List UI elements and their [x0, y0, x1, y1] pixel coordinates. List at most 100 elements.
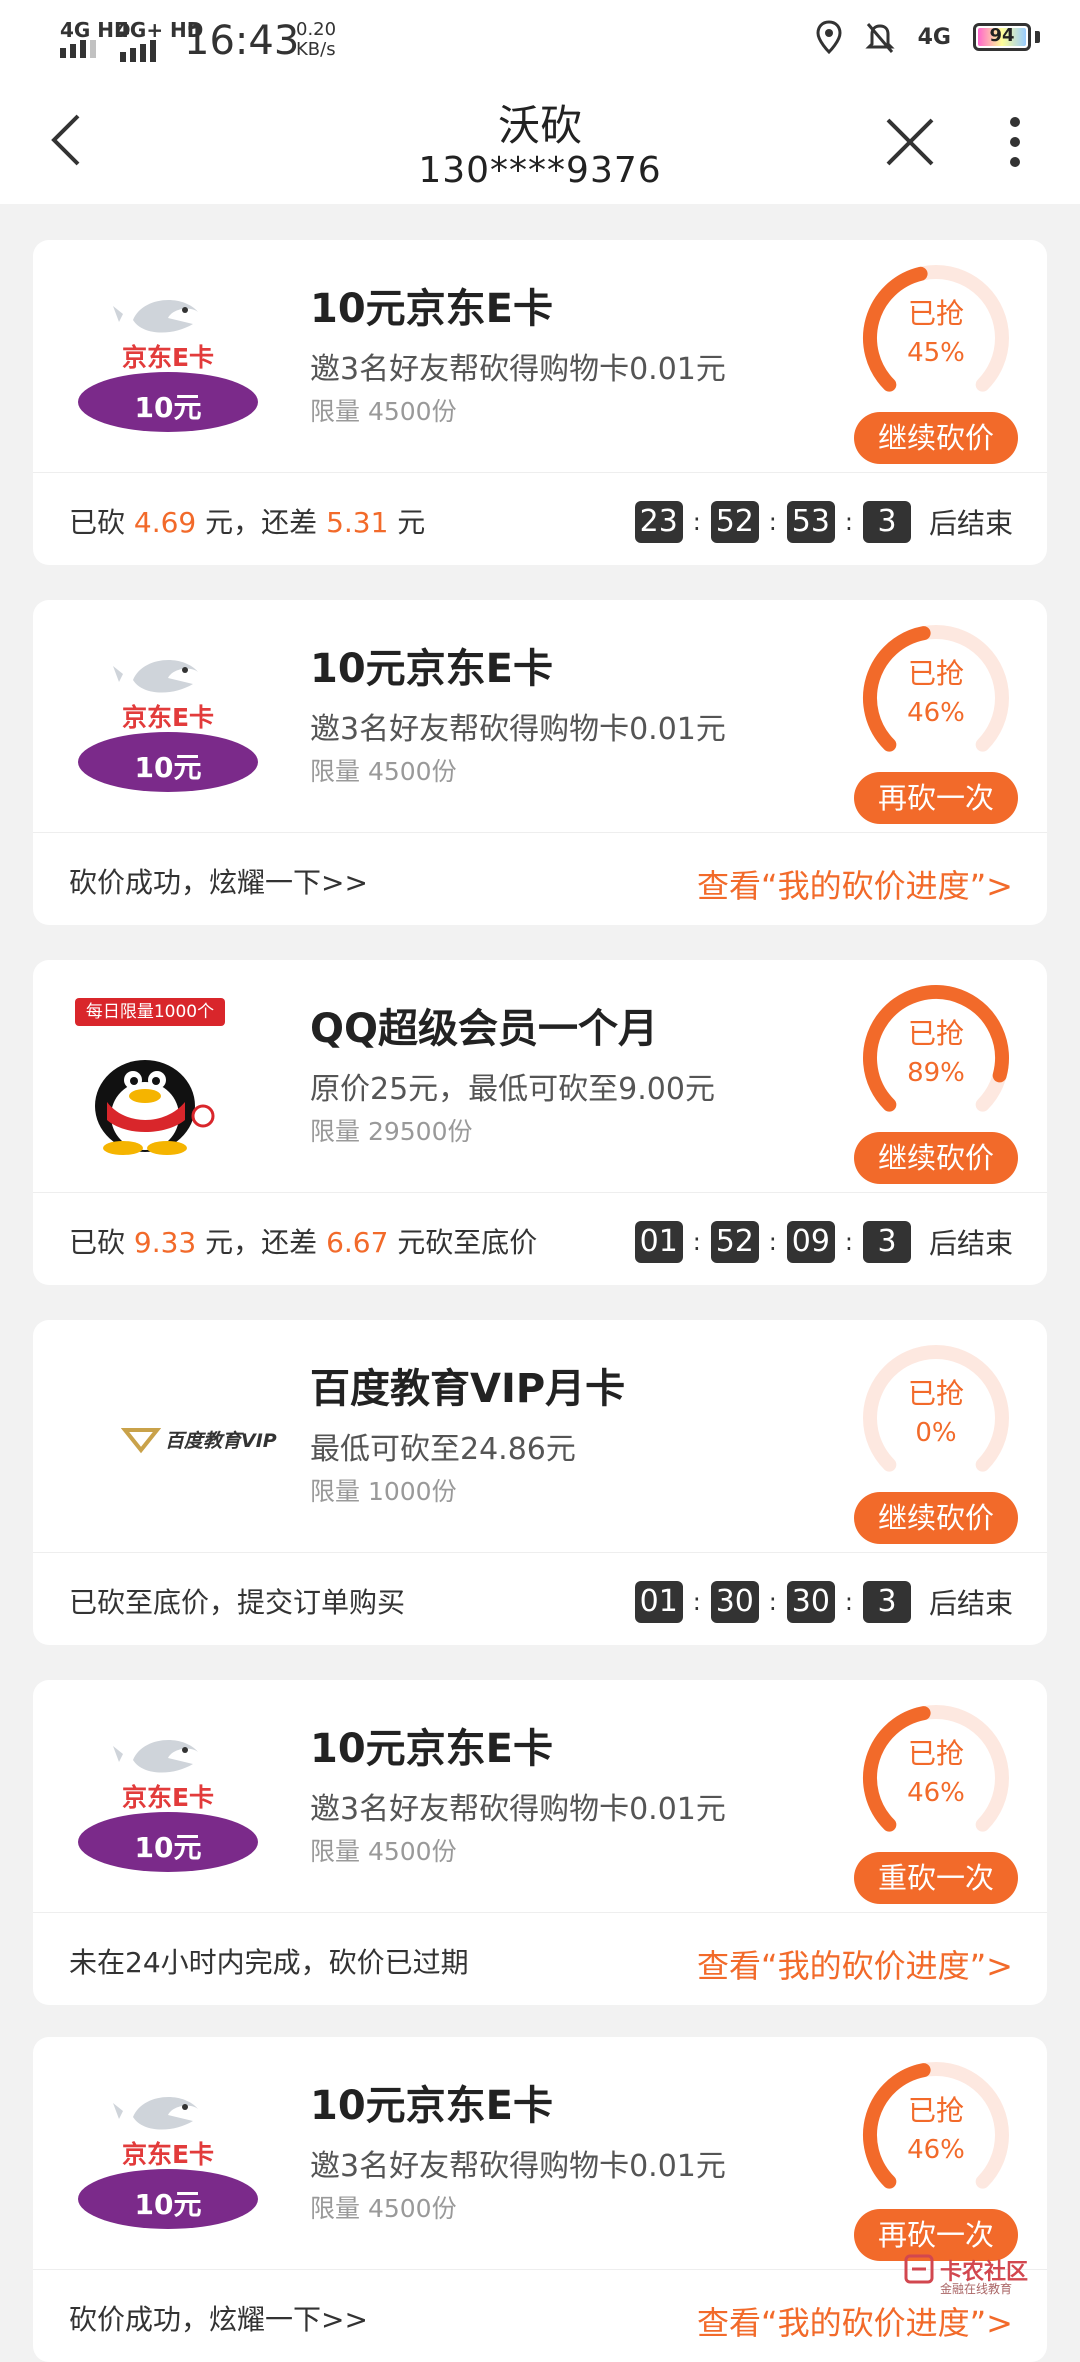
jd-ecard-image: 京东E卡 10元 [73, 278, 263, 438]
jd-amount-text: 10元 [134, 1831, 202, 1864]
ring-percent: 46% [907, 2135, 965, 2165]
jd-brand-text: 京东E卡 [121, 2140, 215, 2169]
deal-card[interactable]: 京东E卡 10元 10元京东E卡 邀3名好友帮砍得购物卡0.01元 限量 450… [33, 1680, 1047, 2005]
product-desc: 邀3名好友帮砍得购物卡0.01元 [310, 2149, 726, 2184]
ring-label: 已抢 [907, 2094, 964, 2127]
cd-hours: 01 [634, 1581, 683, 1623]
product-limit: 限量 1000份 [310, 1477, 457, 1506]
product-title: QQ超级会员一个月 [310, 1006, 659, 1052]
cd-tenths: 3 [862, 1581, 911, 1623]
remaining-amount: 5.31 [326, 506, 389, 539]
bargain-again-button[interactable]: 再砍一次 [854, 772, 1018, 824]
deal-card[interactable]: 每日限量1000个 QQ超级会员一个月 原价25元，最低可砍至9.00元 限量 … [33, 960, 1047, 1285]
deal-card[interactable]: 百度教育VIP 百度教育VIP月卡 最低可砍至24.86元 限量 1000份 已… [33, 1320, 1047, 1645]
bargain-suffix: 元砍至底价 [388, 1226, 538, 1259]
cd-minutes: 52 [710, 1221, 759, 1263]
continue-bargain-button[interactable]: 继续砍价 [854, 412, 1018, 464]
jd-amount-text: 10元 [134, 2188, 202, 2221]
network-3-label: 4G [917, 24, 951, 50]
product-desc: 邀3名好友帮砍得购物卡0.01元 [310, 1792, 726, 1827]
cd-suffix: 后结束 [928, 1227, 1013, 1260]
location-icon [816, 20, 842, 54]
more-vertical-icon[interactable] [995, 110, 1035, 174]
jd-amount-text: 10元 [134, 751, 202, 784]
progress-ring: 已抢 89% [856, 978, 1016, 1138]
cd-suffix: 后结束 [928, 1587, 1013, 1620]
product-limit: 限量 4500份 [310, 2194, 457, 2223]
product-title: 10元京东E卡 [310, 1726, 553, 1772]
countdown-timer: 23: 52: 53: 3 后结束 [634, 501, 1013, 543]
signal-1-icon [60, 40, 96, 58]
continue-bargain-button[interactable]: 继续砍价 [854, 1132, 1018, 1184]
watermark-sub: 金融在线教育 [940, 2282, 1013, 2296]
ring-label: 已抢 [907, 1017, 964, 1050]
network-speed: 0.20 KB/s [296, 20, 336, 60]
watermark-logo-icon [904, 2254, 934, 2284]
ring-label: 已抢 [907, 657, 964, 690]
product-limit: 限量 4500份 [310, 757, 457, 786]
product-desc: 邀3名好友帮砍得购物卡0.01元 [310, 352, 726, 387]
bargained-amount: 4.69 [133, 506, 197, 539]
cd-tenths: 3 [862, 1221, 911, 1263]
cd-seconds: 09 [786, 1221, 835, 1263]
countdown-timer: 01: 52: 09: 3 后结束 [634, 1221, 1013, 1263]
cd-minutes: 30 [710, 1581, 759, 1623]
battery-icon: 94 [973, 23, 1031, 51]
deal-card[interactable]: 京东E卡 10元 10元京东E卡 邀3名好友帮砍得购物卡0.01元 限量 450… [33, 600, 1047, 925]
qq-vip-image: 每日限量1000个 [73, 998, 263, 1158]
progress-ring: 已抢 45% [856, 258, 1016, 418]
progress-ring: 已抢 46% [856, 1698, 1016, 1858]
progress-ring: 已抢 46% [856, 2055, 1016, 2215]
close-icon[interactable] [880, 112, 940, 172]
continue-bargain-button[interactable]: 继续砍价 [854, 1492, 1018, 1544]
cd-seconds: 53 [786, 501, 835, 543]
bargain-prefix: 已砍 [69, 1226, 134, 1259]
view-progress-link[interactable]: 查看“我的砍价进度”> [697, 2298, 1013, 2344]
cd-seconds: 30 [786, 1581, 835, 1623]
share-link[interactable]: 砍价成功，炫耀一下>> [69, 2298, 368, 2338]
speed-unit: KB/s [296, 39, 336, 60]
cd-sep: : [692, 1588, 701, 1616]
cd-sep: : [844, 1588, 853, 1616]
cd-tenths: 3 [862, 501, 911, 543]
deal-card[interactable]: 京东E卡 10元 10元京东E卡 邀3名好友帮砍得购物卡0.01元 限量 450… [33, 240, 1047, 565]
ring-label: 已抢 [907, 1377, 964, 1410]
watermark: 卡农社区 金融在线教育 [902, 2252, 1032, 2302]
cd-minutes: 52 [710, 501, 759, 543]
bargain-status: 已砍 9.33 元，还差 6.67 元砍至底价 [69, 1221, 537, 1261]
baidu-logo-text: 百度教育VIP [165, 1430, 277, 1452]
bargain-mid: 元，还差 [196, 506, 327, 539]
remaining-amount: 6.67 [326, 1226, 389, 1259]
jd-brand-text: 京东E卡 [121, 343, 215, 372]
bargain-prefix: 已砍 [69, 506, 134, 539]
status-bar: 4G HD 4G+ HD 16:43 0.20 KB/s 4G 94 [0, 0, 1080, 80]
cd-sep: : [768, 1588, 777, 1616]
countdown-timer: 01: 30: 30: 3 后结束 [634, 1581, 1013, 1623]
cd-hours: 01 [634, 1221, 683, 1263]
deal-card[interactable]: 京东E卡 10元 10元 京东E卡 邀3名好友帮砍得购物卡0.01元 限量 450… [33, 2037, 1047, 2362]
view-progress-link[interactable]: 查看“我的砍价进度”> [697, 1941, 1013, 1987]
product-limit: 限量 4500份 [310, 397, 457, 426]
jd-ecard-image: 京东E卡 10元 [73, 2075, 263, 2235]
product-desc: 最低可砍至24.86元 [310, 1432, 576, 1467]
product-limit: 限量 29500份 [310, 1117, 473, 1146]
ring-percent: 89% [907, 1058, 965, 1088]
signal-2-icon [120, 40, 156, 62]
share-link[interactable]: 砍价成功，炫耀一下>> [69, 861, 368, 901]
view-progress-link[interactable]: 查看“我的砍价进度”> [697, 861, 1013, 907]
ring-percent: 0% [915, 1418, 957, 1448]
product-title: 10元京东E卡 [310, 646, 553, 692]
cd-sep: : [692, 1228, 701, 1256]
progress-ring: 已抢 46% [856, 618, 1016, 778]
bargain-status: 已砍至底价，提交订单购买 [69, 1586, 406, 1619]
rebargain-button[interactable]: 重砍一次 [854, 1852, 1018, 1904]
battery-tip [1035, 31, 1040, 43]
cd-sep: : [844, 1228, 853, 1256]
ring-percent: 45% [907, 338, 965, 368]
ring-percent: 46% [907, 1778, 965, 1808]
cd-sep: : [692, 508, 701, 536]
status-icons: 4G 94 [816, 20, 1040, 54]
product-title: 百度教育VIP月卡 [310, 1366, 626, 1412]
ring-label: 已抢 [907, 297, 964, 330]
baidu-edu-vip-logo: 百度教育VIP [73, 1358, 277, 1518]
